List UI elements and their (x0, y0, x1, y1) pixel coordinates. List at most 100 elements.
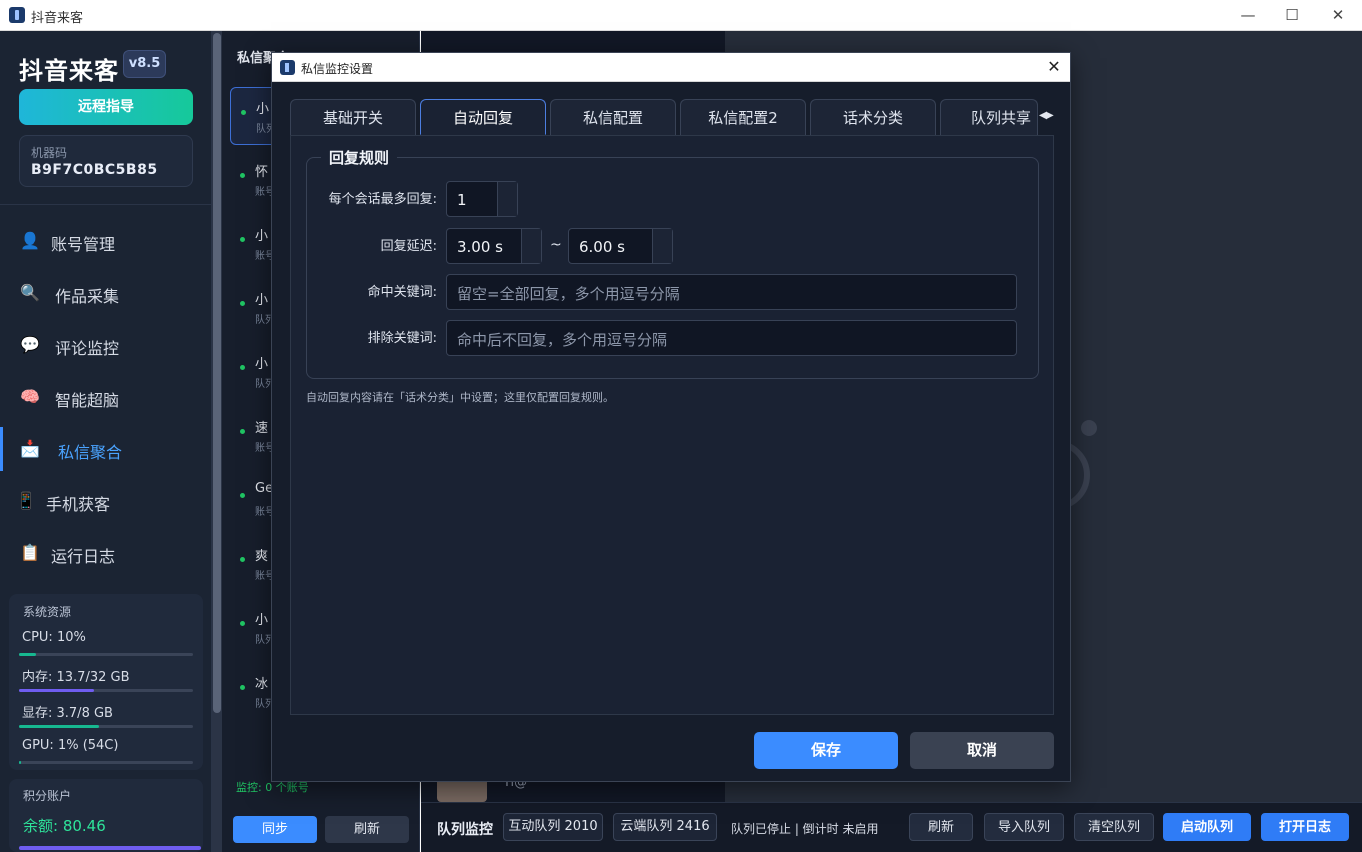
points-balance: 余额: 80.46 (23, 817, 106, 835)
machine-code-value: B9F7C0BC5B85 (31, 162, 158, 178)
minimize-icon[interactable]: — (1228, 4, 1268, 26)
conversation-name: 小 (255, 613, 269, 628)
save-button[interactable]: 保存 (754, 732, 898, 769)
auto-reply-panel: 回复规则 每个会话最多回复: 1 回复延迟: 3.00 s ~ 6.00 s 命… (290, 135, 1054, 715)
dm-monitor-settings-dialog: 私信监控设置 ✕ 基础开关 自动回复 私信配置 私信配置2 话术分类 队列共享 … (271, 52, 1071, 782)
dialog-title: 私信监控设置 (301, 62, 374, 76)
nav-label: 私信聚合 (58, 443, 123, 462)
settings-tabs: 基础开关 自动回复 私信配置 私信配置2 话术分类 队列共享 ◀▶ (290, 99, 1054, 135)
tab-scroll-arrows[interactable]: ◀▶ (1038, 103, 1054, 129)
stepper-buttons[interactable] (497, 182, 517, 216)
remote-guide-button[interactable]: 远程指导 (19, 89, 193, 125)
group-title: 回复规则 (321, 147, 398, 168)
conversation-name: 小 (256, 102, 270, 117)
window-title: 抖音来客 (31, 11, 84, 26)
conversation-refresh-button[interactable]: 刷新 (325, 816, 409, 843)
delay-max-value: 6.00 s (579, 238, 625, 256)
tab-dm-config[interactable]: 私信配置 (550, 99, 676, 135)
online-dot-icon (241, 110, 246, 115)
nav-item-messages[interactable]: 📩 私信聚合 (0, 427, 212, 471)
cloud-queue-chip[interactable]: 云端队列 2416 (613, 813, 717, 841)
cpu-usage: CPU: 10% (22, 630, 86, 645)
search-icon: 🔍 (20, 283, 40, 302)
sync-button[interactable]: 同步 (233, 816, 317, 843)
delay-min-stepper[interactable]: 3.00 s (446, 228, 542, 264)
hit-keyword-input[interactable]: 留空=全部回复，多个用逗号分隔 (446, 274, 1017, 310)
nav-label: 手机获客 (46, 495, 111, 514)
delay-max-stepper[interactable]: 6.00 s (568, 228, 673, 264)
start-queue-button[interactable]: 启动队列 (1163, 813, 1251, 841)
cancel-button[interactable]: 取消 (910, 732, 1054, 769)
tab-scroll-left-icon[interactable]: ◀ (1039, 103, 1047, 129)
conversation-name: 冰 (255, 677, 269, 692)
open-log-button[interactable]: 打开日志 (1261, 813, 1349, 841)
online-dot-icon (240, 493, 245, 498)
auto-reply-hint: 自动回复内容请在「话术分类」中设置；这里仅配置回复规则。 (306, 391, 614, 404)
version-badge: v8.5 (123, 50, 166, 78)
memory-bar (19, 689, 193, 692)
exclude-keyword-input[interactable]: 命中后不回复，多个用逗号分隔 (446, 320, 1017, 356)
conversation-name: 小 (255, 229, 269, 244)
conversation-name: 怀 (255, 165, 269, 180)
tab-auto-reply[interactable]: 自动回复 (420, 99, 546, 135)
online-dot-icon (240, 301, 245, 306)
stepper-buttons[interactable] (521, 229, 541, 263)
stepper-buttons[interactable] (652, 229, 672, 263)
sidebar-divider (0, 204, 212, 205)
delay-min-value: 3.00 s (457, 238, 503, 256)
nav-label: 作品采集 (55, 287, 120, 306)
sidebar-scrollbar[interactable] (212, 31, 222, 852)
nav-item-log[interactable]: 📋 运行日志 (0, 531, 212, 575)
conversation-name: 速 (255, 421, 269, 436)
sidebar: 抖音来客 v8.5 远程指导 机器码 B9F7C0BC5B85 👤 账号管理 🔍… (0, 31, 212, 852)
gpu-usage: GPU: 1% (54C) (22, 738, 119, 753)
close-window-icon[interactable]: ✕ (1318, 4, 1358, 26)
online-dot-icon (240, 557, 245, 562)
online-dot-icon (240, 237, 245, 242)
brand-title: 抖音来客 (19, 57, 119, 85)
conversation-name: 小 (255, 293, 269, 308)
scrollbar-thumb[interactable] (213, 33, 221, 713)
nav-label: 账号管理 (51, 235, 116, 254)
delay-separator: ~ (550, 237, 562, 253)
online-dot-icon (240, 685, 245, 690)
points-account-panel: 积分账户 余额: 80.46 (9, 779, 203, 852)
clear-queue-button[interactable]: 清空队列 (1074, 813, 1154, 841)
points-bar (19, 846, 201, 850)
tab-basic-switch[interactable]: 基础开关 (290, 99, 416, 135)
tab-script-category[interactable]: 话术分类 (810, 99, 936, 135)
tab-dm-config-2[interactable]: 私信配置2 (680, 99, 806, 135)
tab-scroll-right-icon[interactable]: ▶ (1046, 103, 1054, 129)
delay-label: 回复延迟: (380, 239, 437, 254)
maximize-icon[interactable]: ☐ (1272, 4, 1312, 26)
machine-code-box: 机器码 B9F7C0BC5B85 (19, 135, 193, 187)
brain-icon: 🧠 (20, 387, 40, 406)
nav-item-collect[interactable]: 🔍 作品采集 (0, 271, 212, 315)
online-dot-icon (240, 429, 245, 434)
cpu-bar (19, 653, 193, 656)
queue-status: 队列已停止 | 倒计时 未启用 (731, 822, 879, 836)
queue-refresh-button[interactable]: 刷新 (909, 813, 973, 841)
nav-item-account[interactable]: 👤 账号管理 (0, 219, 212, 263)
reply-rules-group: 回复规则 每个会话最多回复: 1 回复延迟: 3.00 s ~ 6.00 s 命… (306, 147, 1039, 379)
online-dot-icon (240, 365, 245, 370)
import-queue-button[interactable]: 导入队列 (984, 813, 1064, 841)
queue-monitor-bar: 队列监控 互动队列 2010 云端队列 2416 队列已停止 | 倒计时 未启用… (421, 802, 1362, 852)
tab-queue-share[interactable]: 队列共享 (940, 99, 1038, 135)
dialog-close-icon[interactable]: ✕ (1044, 57, 1064, 77)
user-icon: 👤 (20, 231, 40, 250)
max-reply-stepper[interactable]: 1 (446, 181, 518, 217)
conversation-name: 小 (255, 357, 269, 372)
system-resources-panel: 系统资源 CPU: 10% 内存: 13.7/32 GB 显存: 3.7/8 G… (9, 594, 203, 770)
nav-item-comment[interactable]: 💬 评论监控 (0, 323, 212, 367)
nav-item-phone[interactable]: 📱 手机获客 (0, 479, 212, 523)
placeholder-dot-icon (1081, 420, 1097, 436)
dialog-app-icon (280, 60, 295, 75)
max-reply-label: 每个会话最多回复: (328, 192, 437, 207)
phone-icon: 📱 (16, 491, 36, 510)
nav-item-brain[interactable]: 🧠 智能超脑 (0, 375, 212, 419)
interact-queue-chip[interactable]: 互动队列 2010 (503, 813, 603, 841)
points-title: 积分账户 (23, 789, 72, 803)
hit-keyword-label: 命中关键词: (367, 285, 437, 300)
app-logo-icon (9, 7, 25, 23)
